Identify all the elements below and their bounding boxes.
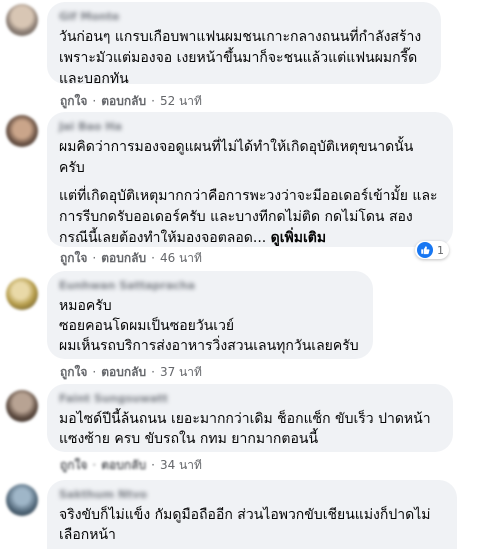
comment-bubble: Faint Sungsuwatt มอไซด์ปีนี้ล้นถนน เยอะม… (47, 384, 453, 452)
avatar[interactable] (6, 115, 38, 147)
avatar[interactable] (6, 4, 38, 36)
comment-actions: ถูกใจ · ตอบกลับ · 37 นาที (60, 365, 202, 379)
like-button[interactable]: ถูกใจ (60, 94, 87, 108)
comment-text: จริงขับก็ไม่แข็ง กัมดูมือถืออีก ส่วนไอพว… (59, 507, 431, 543)
see-more-link[interactable]: ดูเพิ่มเติม (271, 230, 326, 246)
thumbs-up-icon (417, 242, 433, 258)
reply-button[interactable]: ตอบกลับ (101, 458, 146, 472)
comment-author[interactable]: Sakthum Ntvo (59, 488, 445, 502)
comment-author[interactable]: Faint Sungsuwatt (59, 392, 441, 406)
reaction-count: 1 (437, 243, 444, 257)
comment-bubble: Gif Monte วันก่อนๆ แกรบเกือบพาแฟนผมชนเกา… (47, 2, 441, 87)
comment-author[interactable]: Eunhwan Sattapracha (59, 279, 361, 293)
comment-text: แต่ที่เกิดอุบัติเหตุมากกว่าคือการพะวงว่า… (59, 188, 438, 246)
comment-bubble: Eunhwan Sattapracha หมอครับ ซอยคอนโดผมเป… (47, 271, 373, 359)
comment-timestamp[interactable]: 37 นาที (160, 365, 202, 379)
comment-timestamp[interactable]: 52 นาที (160, 94, 202, 108)
reply-button[interactable]: ตอบกลับ (101, 365, 146, 379)
comment-text: ผมคิดว่าการมองจอดูแผนที่ไม่ได้ทำให้เกิดอ… (59, 139, 414, 176)
comment-bubble: Sakthum Ntvo จริงขับก็ไม่แข็ง กัมดูมือถื… (47, 480, 457, 549)
reaction-badge[interactable]: 1 (415, 241, 449, 259)
comment-text: หมอครับ ซอยคอนโดผมเป็นซอยวันเวย์ ผมเห็นร… (59, 298, 359, 354)
comment-text: มอไซด์ปีนี้ล้นถนน เยอะมากกว่าเดิม ช็อกแซ… (59, 411, 431, 447)
comment-author[interactable]: Jai Bao Ha (59, 120, 441, 134)
like-button[interactable]: ถูกใจ (60, 365, 87, 379)
comment-bubble: Jai Bao Ha ผมคิดว่าการมองจอดูแผนที่ไม่ได… (47, 112, 453, 247)
reply-button[interactable]: ตอบกลับ (101, 94, 146, 108)
reply-button[interactable]: ตอบกลับ (101, 251, 146, 265)
comment-text: วันก่อนๆ แกรบเกือบพาแฟนผมชนเกาะกลางถนนที… (59, 29, 422, 87)
avatar[interactable] (6, 390, 38, 422)
comment-actions: ถูกใจ · ตอบกลับ · 34 นาที (60, 458, 202, 472)
like-button[interactable]: ถูกใจ (60, 458, 87, 472)
comment-timestamp[interactable]: 46 นาที (160, 251, 202, 265)
avatar[interactable] (6, 278, 38, 310)
comment-author[interactable]: Gif Monte (59, 10, 429, 24)
avatar[interactable] (6, 484, 38, 516)
comment-actions: ถูกใจ · ตอบกลับ · 52 นาที (60, 94, 202, 108)
comment-timestamp[interactable]: 34 นาที (160, 458, 202, 472)
comment-actions: ถูกใจ · ตอบกลับ · 46 นาที (60, 251, 202, 265)
like-button[interactable]: ถูกใจ (60, 251, 87, 265)
